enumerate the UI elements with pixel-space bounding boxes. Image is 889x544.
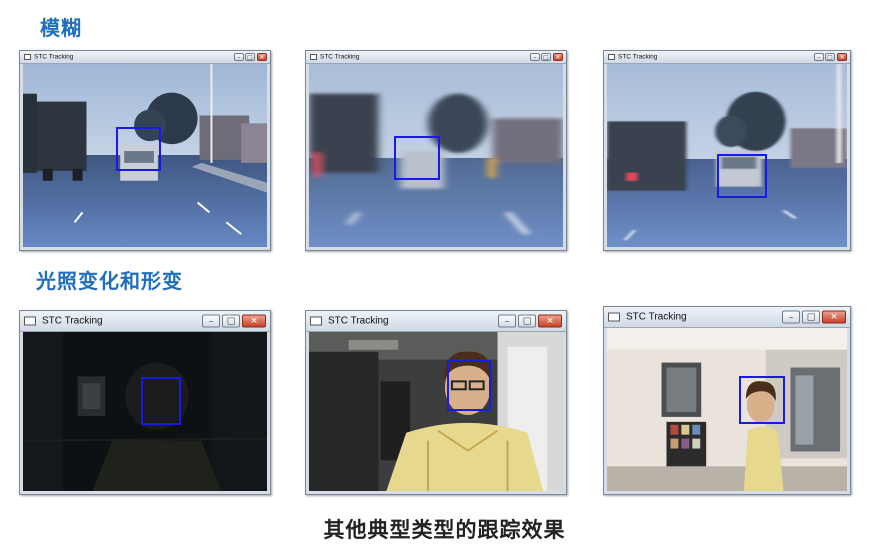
title-bar: STC Tracking – □ ✕ xyxy=(20,311,270,332)
title-bar: STC Tracking – □ ✕ xyxy=(306,311,566,332)
maximize-button[interactable]: □ xyxy=(245,53,255,61)
video-frame xyxy=(607,64,847,247)
close-button[interactable]: ✕ xyxy=(837,53,847,61)
close-button[interactable]: ✕ xyxy=(242,314,266,328)
maximize-button[interactable]: □ xyxy=(541,53,551,61)
maximize-button[interactable]: □ xyxy=(518,314,536,328)
minimize-button[interactable]: – xyxy=(530,53,540,61)
app-icon xyxy=(310,316,322,326)
maximize-button[interactable]: □ xyxy=(802,310,820,324)
tracking-window-blur-2: STC Tracking – □ ✕ xyxy=(305,50,567,251)
tracking-window-illumination-2: STC Tracking – □ ✕ xyxy=(305,310,567,495)
app-icon xyxy=(310,54,317,60)
video-frame xyxy=(23,332,267,491)
app-icon xyxy=(608,54,615,60)
window-title: STC Tracking xyxy=(34,53,74,61)
title-bar: STC Tracking – □ ✕ xyxy=(20,51,270,64)
title-bar: STC Tracking – □ ✕ xyxy=(604,51,850,64)
window-title: STC Tracking xyxy=(42,315,103,327)
minimize-button[interactable]: – xyxy=(814,53,824,61)
title-bar: STC Tracking – □ ✕ xyxy=(306,51,566,64)
close-button[interactable]: ✕ xyxy=(822,310,846,324)
figure-caption: 其他典型类型的跟踪效果 xyxy=(323,517,566,542)
maximize-button[interactable]: □ xyxy=(222,314,240,328)
close-button[interactable]: ✕ xyxy=(257,53,267,61)
tracking-box xyxy=(394,136,440,180)
video-frame xyxy=(309,64,563,247)
maximize-button[interactable]: □ xyxy=(825,53,835,61)
app-icon xyxy=(608,312,620,322)
window-title: STC Tracking xyxy=(320,53,360,61)
minimize-button[interactable]: – xyxy=(202,314,220,328)
minimize-button[interactable]: – xyxy=(782,310,800,324)
window-title: STC Tracking xyxy=(626,311,687,323)
app-icon xyxy=(24,316,36,326)
tracking-box xyxy=(447,360,491,411)
window-title: STC Tracking xyxy=(618,53,658,61)
lobby-scene-image xyxy=(607,328,847,491)
face-scene-image xyxy=(309,332,563,491)
minimize-button[interactable]: – xyxy=(498,314,516,328)
tracking-box xyxy=(717,154,767,198)
section-title-illumination: 光照变化和形变 xyxy=(36,269,183,293)
close-button[interactable]: ✕ xyxy=(553,53,563,61)
tracking-box xyxy=(141,377,181,425)
minimize-button[interactable]: – xyxy=(234,53,244,61)
tracking-box xyxy=(739,376,785,424)
window-title: STC Tracking xyxy=(328,315,389,327)
video-frame xyxy=(23,64,267,247)
video-frame xyxy=(607,328,847,491)
section-title-blur: 模糊 xyxy=(40,16,82,40)
app-icon xyxy=(24,54,31,60)
tracking-window-blur-3: STC Tracking – □ ✕ xyxy=(603,50,851,251)
close-button[interactable]: ✕ xyxy=(538,314,562,328)
tracking-window-blur-1: STC Tracking – □ ✕ xyxy=(19,50,271,251)
title-bar: STC Tracking – □ ✕ xyxy=(604,307,850,328)
video-frame xyxy=(309,332,563,491)
tracking-box xyxy=(116,127,161,171)
tracking-window-illumination-3: STC Tracking – □ ✕ xyxy=(603,306,851,495)
tracking-window-illumination-1: STC Tracking – □ ✕ xyxy=(19,310,271,495)
